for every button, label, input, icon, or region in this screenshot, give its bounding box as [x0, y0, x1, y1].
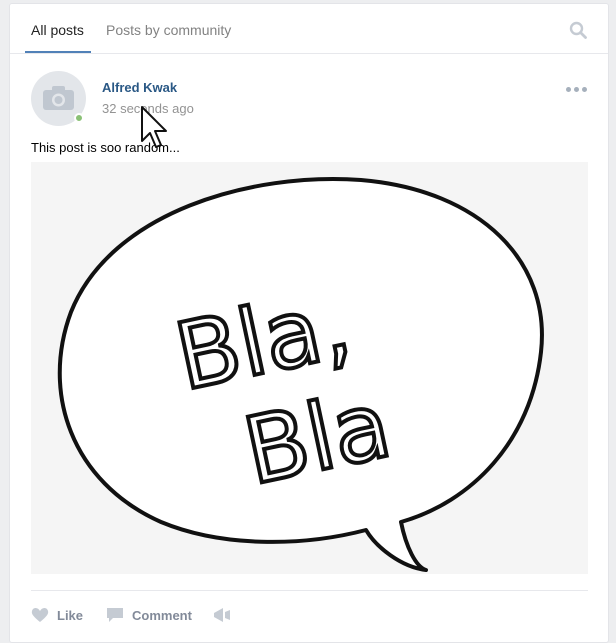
- post-time[interactable]: 32 seconds ago: [102, 101, 194, 116]
- author-name[interactable]: Alfred Kwak: [102, 80, 177, 95]
- tab-all-posts[interactable]: All posts: [31, 4, 84, 54]
- post-image[interactable]: Bla, Bla: [31, 162, 588, 574]
- tab-posts-by-community[interactable]: Posts by community: [106, 4, 231, 54]
- active-tab-indicator: [25, 51, 91, 53]
- comment-icon: [107, 608, 123, 622]
- post-text: This post is soo random...: [31, 140, 180, 155]
- search-icon[interactable]: [569, 21, 587, 39]
- online-status-dot: [74, 113, 84, 123]
- more-options-icon[interactable]: [566, 84, 588, 94]
- share-icon: [214, 608, 230, 622]
- feed-tabs: All posts Posts by community: [10, 4, 608, 54]
- actions-divider: [31, 590, 588, 591]
- post-feed-card: All posts Posts by community Alfred Kwak…: [9, 3, 609, 643]
- heart-icon: [31, 608, 49, 622]
